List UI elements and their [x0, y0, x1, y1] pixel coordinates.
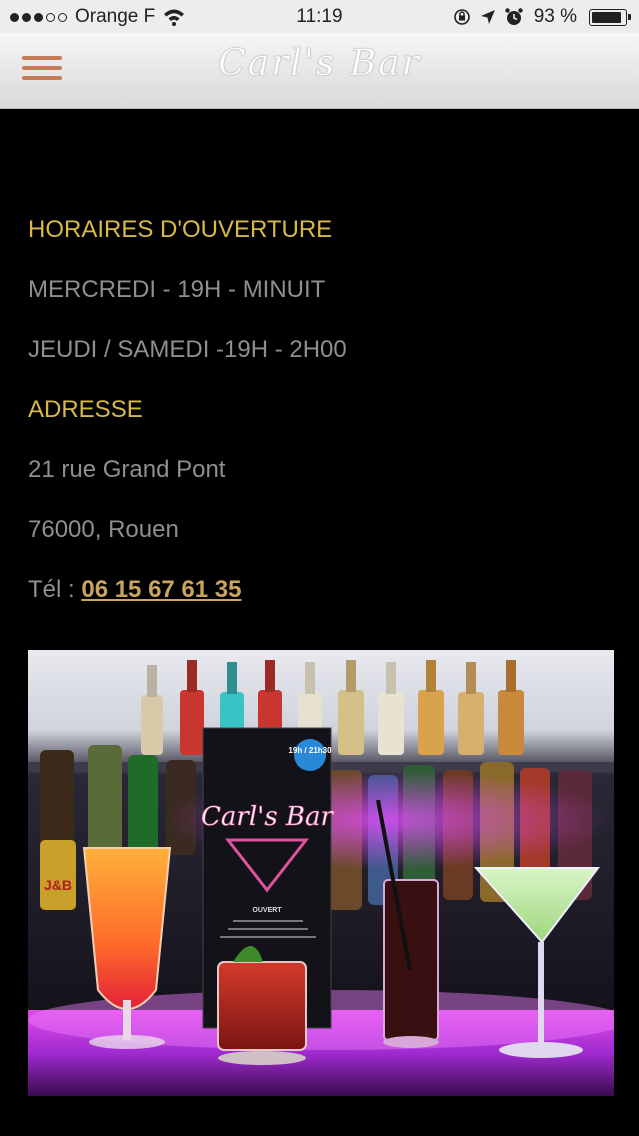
location-arrow-icon — [480, 10, 495, 24]
hours-heading: HORAIRES D'OUVERTURE — [28, 216, 333, 243]
phone-number-link[interactable]: 06 15 67 61 35 — [81, 576, 241, 603]
battery-icon — [589, 8, 631, 26]
address-heading: ADRESSE — [28, 396, 143, 423]
hours-line: JEUDI / SAMEDI -19H - 2H00 — [28, 336, 347, 363]
address-city: 76000, Rouen — [28, 516, 179, 543]
address-street: 21 rue Grand Pont — [28, 456, 226, 483]
status-bar: Orange F 11:19 93 % — [0, 0, 639, 33]
phone-row: Tél : 06 15 67 61 35 — [28, 576, 242, 604]
orientation-lock-icon — [453, 9, 470, 25]
jb-bottle-label: J&B — [44, 877, 72, 893]
menu-card-subtitle: OUVERT — [252, 907, 282, 914]
battery-percent: 93 % — [533, 6, 577, 27]
bar-photo: J&B 19h / 21h30 Carl's Bar OUVERT — [28, 650, 614, 1096]
menu-card-title: Carl's Bar — [201, 802, 335, 832]
app-logo: Carl's Bar — [218, 43, 421, 85]
menu-card-badge: 19h / 21h30 — [288, 746, 332, 755]
red-cocktail — [217, 946, 307, 1065]
bar-illustration: J&B 19h / 21h30 Carl's Bar OUVERT — [28, 650, 614, 1096]
status-right: 93 % — [452, 6, 631, 28]
phone-label: Tél : — [28, 576, 82, 603]
app-header: Carl's Bar — [0, 33, 639, 109]
alarm-icon — [504, 8, 523, 25]
hours-line: MERCREDI - 19H - MINUIT — [28, 276, 326, 303]
